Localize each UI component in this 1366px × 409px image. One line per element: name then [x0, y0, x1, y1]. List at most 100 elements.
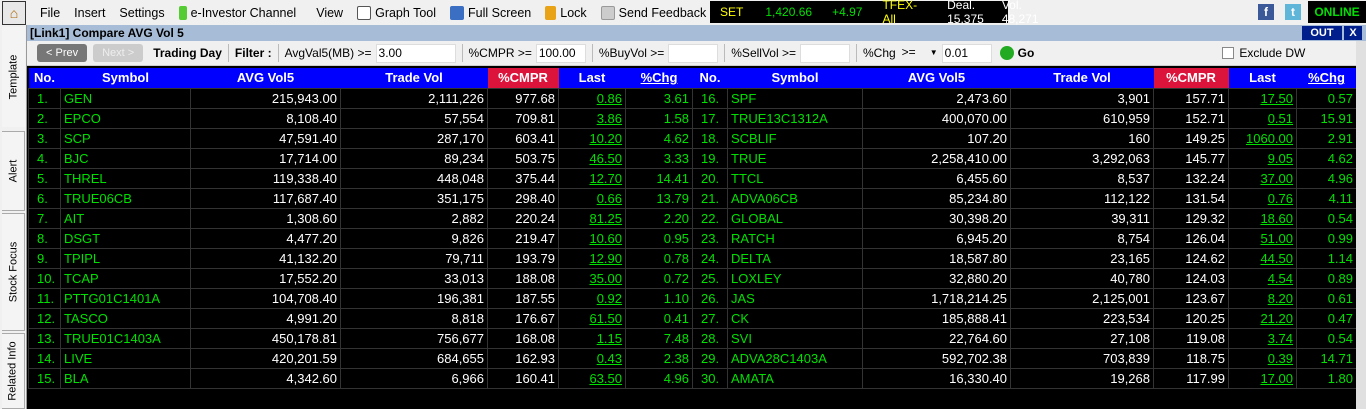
table-row[interactable]: 5. THREL 119,338.40 448,048 375.44 12.70 14.41… — [28, 167, 1357, 189]
menu-e-investor-channel[interactable]: e-Investor Channel — [178, 5, 296, 20]
go-button[interactable]: Go — [999, 46, 1034, 60]
exclude-dw-checkbox[interactable]: Exclude DW — [1222, 46, 1305, 60]
menu-send-feedback[interactable]: Send Feedback — [600, 5, 706, 20]
last-price[interactable]: 46.50 — [558, 147, 626, 169]
col-last[interactable]: Last — [558, 68, 626, 88]
last-price[interactable]: 21.20 — [1228, 307, 1297, 329]
play-icon — [999, 46, 1014, 60]
home-button[interactable]: ⌂ — [2, 0, 26, 25]
last-price[interactable]: 17.00 — [1228, 367, 1297, 389]
last-price[interactable]: 0.39 — [1228, 347, 1297, 369]
trade-vol: 9,826 — [340, 227, 488, 249]
pct-change: 0.95 — [625, 227, 693, 249]
col-chg[interactable]: %Chg — [625, 68, 693, 88]
last-price[interactable]: 0.51 — [1228, 107, 1297, 129]
last-price[interactable]: 0.66 — [558, 187, 626, 209]
last-price[interactable]: 1060.00 — [1228, 127, 1297, 149]
last-price[interactable]: 0.86 — [558, 87, 626, 109]
last-price[interactable]: 10.60 — [558, 227, 626, 249]
pct-change: 3.61 — [625, 87, 693, 109]
last-price[interactable]: 3.86 — [558, 107, 626, 129]
table-row[interactable]: 7. AIT 1,308.60 2,882 220.24 81.25 2.20 22. GLOB… — [28, 207, 1357, 229]
last-price[interactable]: 1.15 — [558, 327, 626, 349]
table-row[interactable]: 10. TCAP 17,552.20 33,013 188.08 35.00 0.72 25.… — [28, 267, 1357, 289]
last-price[interactable]: 17.50 — [1228, 87, 1297, 109]
last-price[interactable]: 4.54 — [1228, 267, 1297, 289]
col-cmpr[interactable]: %CMPR — [487, 68, 559, 88]
last-price[interactable]: 12.70 — [558, 167, 626, 189]
menu-graph-tool[interactable]: Graph Tool — [357, 5, 436, 20]
scrollbar[interactable] — [1356, 41, 1366, 409]
last-price[interactable]: 0.76 — [1228, 187, 1297, 209]
tab-alert[interactable]: Alert — [2, 131, 25, 211]
volume: Vol. 48,271 — [1001, 0, 1039, 26]
menu-insert[interactable]: Insert — [74, 6, 105, 20]
col-trade-vol[interactable]: Trade Vol — [340, 68, 488, 88]
table-row[interactable]: 8. DSGT 4,477.20 9,826 219.47 10.60 0.95 23. RAT… — [28, 227, 1357, 249]
last-price[interactable]: 9.05 — [1228, 147, 1297, 169]
col-cmpr[interactable]: %CMPR — [1153, 68, 1229, 88]
menu-full-screen[interactable]: Full Screen — [450, 5, 531, 20]
last-price[interactable]: 18.60 — [1228, 207, 1297, 229]
last-price[interactable]: 0.92 — [558, 287, 626, 309]
table-row[interactable]: 3. SCP 47,591.40 287,170 603.41 10.20 4.62 18. S… — [28, 127, 1357, 149]
table-row[interactable]: 13. TRUE01C1403A 450,178.81 756,677 168.08 1.… — [28, 327, 1357, 349]
prev-button[interactable]: < Prev — [37, 44, 88, 62]
menu-file[interactable]: File — [40, 6, 60, 20]
tab-stock-focus[interactable]: Stock Focus — [2, 213, 25, 331]
col-symbol[interactable]: Symbol — [60, 68, 191, 88]
table-row[interactable]: 1. GEN 215,943.00 2,111,226 977.68 0.86 3.61 16… — [28, 87, 1357, 109]
cmpr-input[interactable]: 100.00 — [535, 43, 586, 63]
col-no[interactable]: No. — [28, 68, 61, 88]
tab-template[interactable]: Template — [2, 27, 25, 127]
col-avg-vol5[interactable]: AVG Vol5 — [190, 68, 341, 88]
tab-related-info[interactable]: Related Info — [2, 333, 25, 409]
col-chg[interactable]: %Chg — [1296, 68, 1357, 88]
chg-operator-select[interactable]: >= ▼ — [899, 43, 938, 63]
table-row[interactable]: 14. LIVE 420,201.59 684,655 162.93 0.43 2.38 29… — [28, 347, 1357, 369]
last-price[interactable]: 44.50 — [1228, 247, 1297, 269]
twitter-icon[interactable]: t — [1285, 4, 1301, 20]
symbol: CK — [727, 307, 863, 329]
out-button[interactable]: OUT — [1302, 26, 1342, 40]
menu-lock[interactable]: Lock — [545, 5, 587, 20]
last-price[interactable]: 51.00 — [1228, 227, 1297, 249]
last-price[interactable]: 61.50 — [558, 307, 626, 329]
table-row[interactable]: 4. BJC 17,714.00 89,234 503.75 46.50 3.33 19. TR… — [28, 147, 1357, 169]
col-trade-vol[interactable]: Trade Vol — [1010, 68, 1154, 88]
col-avg-vol5[interactable]: AVG Vol5 — [862, 68, 1011, 88]
table-row[interactable]: 9. TPIPL 41,132.20 79,711 193.79 12.90 0.78 24.… — [28, 247, 1357, 269]
close-button[interactable]: X — [1344, 26, 1362, 40]
col-symbol[interactable]: Symbol — [727, 68, 863, 88]
cmpr: 124.03 — [1153, 267, 1229, 289]
last-price[interactable]: 63.50 — [558, 367, 626, 389]
avg-vol5: 400,070.00 — [862, 107, 1011, 129]
buyvol-input[interactable] — [668, 43, 719, 63]
avgval-input[interactable]: 3.00 — [375, 43, 456, 63]
chg-input[interactable]: 0.01 — [941, 43, 992, 63]
next-button[interactable]: Next > — [93, 44, 144, 62]
col-no[interactable]: No. — [692, 68, 728, 88]
facebook-icon[interactable]: f — [1258, 4, 1274, 20]
menu-view[interactable]: View — [316, 6, 343, 20]
row-number: 5. — [28, 167, 61, 189]
col-last[interactable]: Last — [1228, 68, 1297, 88]
last-price[interactable]: 3.74 — [1228, 327, 1297, 349]
table-row[interactable]: 6. TRUE06CB 117,687.40 351,175 298.40 0.66 13.… — [28, 187, 1357, 209]
last-price[interactable]: 8.20 — [1228, 287, 1297, 309]
sellvol-input[interactable] — [799, 43, 850, 63]
last-price[interactable]: 12.90 — [558, 247, 626, 269]
table-row[interactable]: 15. BLA 4,342.60 6,966 160.41 63.50 4.96 30. AMA… — [28, 367, 1357, 389]
last-price[interactable]: 10.20 — [558, 127, 626, 149]
menu-settings[interactable]: Settings — [119, 6, 164, 20]
last-price[interactable]: 37.00 — [1228, 167, 1297, 189]
row-number: 12. — [28, 307, 61, 329]
table-row[interactable]: 12. TASCO 4,991.20 8,818 176.67 61.50 0.41 27. C… — [28, 307, 1357, 329]
table-row[interactable]: 2. EPCO 8,108.40 57,554 709.81 3.86 1.58 17. TRU… — [28, 107, 1357, 129]
last-price[interactable]: 81.25 — [558, 207, 626, 229]
window-title: [Link1] Compare AVG Vol 5 — [30, 26, 184, 40]
table-row[interactable]: 11. PTTG01C1401A 104,708.40 196,381 187.55 0.… — [28, 287, 1357, 309]
last-price[interactable]: 0.43 — [558, 347, 626, 369]
last-price[interactable]: 35.00 — [558, 267, 626, 289]
trade-vol: 8,537 — [1010, 167, 1154, 189]
